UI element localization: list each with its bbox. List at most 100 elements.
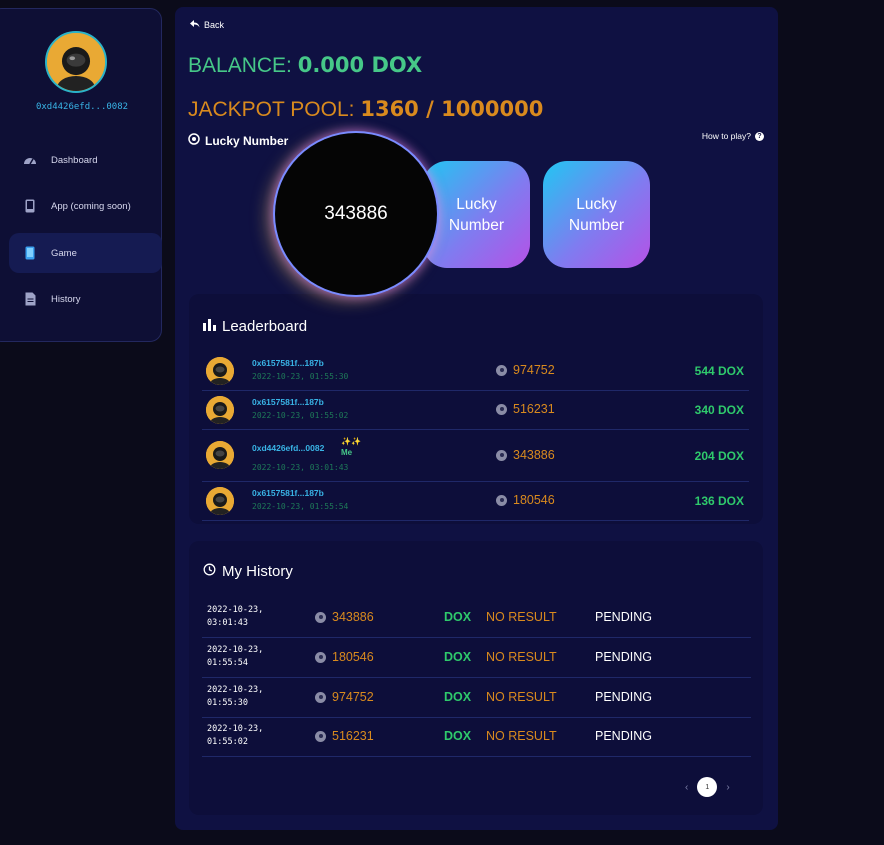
coin-icon bbox=[496, 494, 507, 506]
history-status: PENDING bbox=[595, 729, 652, 743]
history-date: 2022-10-23, 03:01:43 bbox=[207, 605, 264, 628]
history-number-value: 343886 bbox=[332, 610, 374, 624]
back-label: Back bbox=[204, 20, 225, 30]
lucky-number-title: Lucky Number bbox=[188, 133, 288, 148]
history-result: NO RESULT bbox=[486, 610, 557, 624]
leaderboard-date: 2022-10-23, 01:55:54 bbox=[252, 502, 349, 511]
user-avatar[interactable] bbox=[45, 31, 107, 93]
history-status: PENDING bbox=[595, 610, 652, 624]
nav-game-label: Game bbox=[51, 247, 77, 259]
history-row: 2022-10-23, 01:55:30 974752 DOX NO RESUL… bbox=[202, 678, 751, 718]
history-row: 2022-10-23, 03:01:43 343886 DOX NO RESUL… bbox=[202, 598, 751, 638]
prev-page-button[interactable]: ‹ bbox=[685, 782, 688, 793]
leaderboard-address[interactable]: 0x6157581f...187b bbox=[252, 358, 324, 368]
nav-dashboard-label: Dashboard bbox=[51, 154, 98, 166]
history-number: 974752 bbox=[315, 690, 374, 704]
leaderboard-number: 974752 bbox=[496, 363, 555, 377]
astronaut-avatar-icon bbox=[47, 33, 105, 91]
history-row: 2022-10-23, 01:55:54 180546 DOX NO RESUL… bbox=[202, 638, 751, 678]
balance-value: 0.000 DOX bbox=[297, 53, 423, 77]
back-arrow-icon bbox=[190, 20, 200, 30]
coin-icon bbox=[315, 691, 326, 703]
history-status: PENDING bbox=[595, 690, 652, 704]
coin-icon bbox=[496, 364, 507, 376]
leaderboard-title-label: Leaderboard bbox=[222, 318, 308, 335]
history-number: 180546 bbox=[315, 650, 374, 664]
coin-icon bbox=[496, 403, 507, 415]
astronaut-avatar-icon bbox=[206, 396, 234, 424]
next-page-button[interactable]: › bbox=[726, 782, 729, 793]
my-history-title: My History bbox=[203, 563, 293, 580]
wallet-address: 0xd4426efd...0082 bbox=[35, 102, 129, 112]
leaderboard-row: 0x6157581f...187b 2022-10-23, 01:55:02 5… bbox=[202, 391, 749, 430]
history-date: 2022-10-23, 01:55:54 bbox=[207, 645, 264, 668]
page-1-button[interactable]: 1 bbox=[697, 777, 718, 797]
astronaut-avatar-icon bbox=[206, 487, 234, 515]
history-result: NO RESULT bbox=[486, 650, 557, 664]
lucky-button-2-label: Lucky Number bbox=[568, 195, 625, 234]
coin-icon bbox=[315, 611, 326, 623]
lucky-button-1-label: Lucky Number bbox=[448, 195, 505, 234]
history-date: 2022-10-23, 01:55:30 bbox=[207, 685, 264, 708]
leaderboard-amount: 544 DOX bbox=[694, 364, 744, 378]
my-history-title-label: My History bbox=[222, 563, 293, 580]
history-number-value: 516231 bbox=[332, 729, 374, 743]
me-label: Me bbox=[341, 448, 353, 457]
leaderboard-number: 180546 bbox=[496, 493, 555, 507]
leaderboard-address[interactable]: 0x6157581f...187b bbox=[252, 488, 324, 498]
lucky-number-button-2[interactable]: Lucky Number bbox=[543, 161, 650, 268]
nav-history-label: History bbox=[51, 293, 81, 305]
my-history-card: My History 2022-10-23, 03:01:43 343886 D… bbox=[189, 541, 763, 815]
leaderboard-address[interactable]: 0xd4426efd...0082 bbox=[252, 443, 324, 453]
leaderboard-date: 2022-10-23, 03:01:43 bbox=[252, 463, 349, 472]
jackpot-pool: JACKPOT POOL: 1360 / 1000000 bbox=[188, 97, 543, 122]
history-number-value: 180546 bbox=[332, 650, 374, 664]
leaderboard-number: 516231 bbox=[496, 402, 555, 416]
history-currency: DOX bbox=[444, 610, 472, 624]
sidebar: 0xd4426efd...0082 Dashboard App (coming … bbox=[0, 8, 162, 342]
astronaut-avatar-icon bbox=[206, 441, 234, 469]
back-button[interactable]: Back bbox=[190, 20, 224, 30]
speedometer-icon bbox=[23, 153, 37, 167]
leaderboard-title: Leaderboard bbox=[203, 318, 307, 335]
history-number: 516231 bbox=[315, 729, 374, 743]
nav-dashboard[interactable]: Dashboard bbox=[9, 140, 162, 180]
leaderboard-row: 0x6157581f...187b 2022-10-23, 01:55:30 9… bbox=[202, 352, 749, 391]
history-row: 2022-10-23, 01:55:02 516231 DOX NO RESUL… bbox=[202, 717, 751, 757]
history-currency: DOX bbox=[444, 729, 472, 743]
leaderboard-number-value: 974752 bbox=[513, 363, 555, 377]
astronaut-avatar-icon bbox=[206, 357, 234, 385]
history-number-value: 974752 bbox=[332, 690, 374, 704]
leaderboard-amount: 340 DOX bbox=[694, 403, 744, 417]
me-badge: ✨✨ Me bbox=[341, 436, 361, 458]
leaderboard-number-value: 343886 bbox=[513, 448, 555, 462]
lucky-target-icon bbox=[188, 133, 200, 148]
jackpot-value: 1360 / 1000000 bbox=[360, 97, 544, 121]
jackpot-label: JACKPOT POOL: bbox=[188, 98, 355, 121]
leaderboard-date: 2022-10-23, 01:55:02 bbox=[252, 411, 349, 420]
leaderboard-amount: 204 DOX bbox=[694, 449, 744, 463]
nav-game[interactable]: Game bbox=[9, 233, 162, 273]
leaderboard-amount: 136 DOX bbox=[694, 494, 744, 508]
nav-app[interactable]: App (coming soon) bbox=[9, 186, 162, 226]
history-result: NO RESULT bbox=[486, 690, 557, 704]
leaderboard-card: Leaderboard 0x6157581f...187b 2022-10-23… bbox=[189, 294, 763, 524]
nav-app-label: App (coming soon) bbox=[51, 200, 131, 212]
nav-history[interactable]: History bbox=[9, 279, 162, 319]
leaderboard-row-me: 0xd4426efd...0082 ✨✨ Me 2022-10-23, 03:0… bbox=[202, 430, 749, 482]
coin-icon bbox=[315, 730, 326, 742]
history-status: PENDING bbox=[595, 650, 652, 664]
lucky-title-label: Lucky Number bbox=[205, 133, 289, 148]
history-currency: DOX bbox=[444, 690, 472, 704]
leaderboard-address[interactable]: 0x6157581f...187b bbox=[252, 397, 324, 407]
how-to-play-link[interactable]: How to play? ? bbox=[702, 131, 764, 141]
bar-chart-icon bbox=[203, 318, 216, 335]
lucky-number-button-1[interactable]: Lucky Number bbox=[423, 161, 530, 268]
history-date: 2022-10-23, 01:55:02 bbox=[207, 724, 264, 747]
leaderboard-row: 0x6157581f...187b 2022-10-23, 01:55:54 1… bbox=[202, 482, 749, 521]
balance-label: BALANCE: bbox=[188, 54, 292, 77]
coin-icon bbox=[315, 651, 326, 663]
history-number: 343886 bbox=[315, 610, 374, 624]
phone-icon bbox=[23, 246, 37, 260]
pagination: ‹ 1 › bbox=[685, 777, 730, 797]
